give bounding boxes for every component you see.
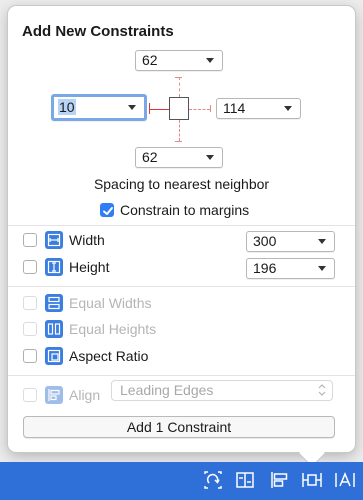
checkmark-icon: [103, 207, 113, 215]
aspect-ratio-icon: [45, 347, 63, 365]
constrain-to-margins-checkbox[interactable]: [100, 203, 114, 217]
top-spacing-popup[interactable]: 62: [135, 50, 223, 71]
equal-widths-checkbox[interactable]: [23, 296, 37, 310]
chevron-down-icon: [206, 58, 214, 63]
top-spacing-value: 62: [142, 52, 158, 68]
left-constraint-line[interactable]: [149, 109, 169, 110]
divider: [8, 286, 355, 287]
add-constraints-icon[interactable]: [300, 470, 324, 490]
equal-heights-label: Equal Heights: [69, 321, 157, 337]
right-spacing-popup[interactable]: 114: [216, 98, 301, 119]
left-spacing-popup[interactable]: 10: [51, 94, 147, 121]
height-value: 196: [253, 260, 277, 276]
align-icon[interactable]: [268, 470, 290, 490]
divider: [8, 375, 355, 376]
equal-widths-label: Equal Widths: [69, 295, 152, 311]
panel-title: Add New Constraints: [22, 23, 174, 40]
chevron-down-icon: [284, 106, 292, 111]
top-constraint-line[interactable]: [179, 77, 180, 97]
equal-heights-checkbox[interactable]: [23, 322, 37, 336]
align-value: Leading Edges: [120, 382, 214, 398]
add-constraints-popover: Add New Constraints 62 10 114 62 Spacing…: [8, 6, 355, 452]
equal-heights-icon: [45, 320, 63, 338]
align-checkbox[interactable]: [23, 388, 37, 402]
constrain-to-margins-label: Constrain to margins: [120, 202, 250, 218]
update-frames-icon[interactable]: [202, 470, 224, 490]
spacing-caption: Spacing to nearest neighbor: [93, 176, 270, 192]
equal-widths-icon: [45, 294, 63, 312]
aspect-ratio-checkbox[interactable]: [23, 349, 37, 363]
chevron-down-icon: [128, 105, 136, 110]
width-value: 300: [253, 233, 277, 249]
right-constraint-cap: [210, 105, 211, 112]
width-checkbox[interactable]: [23, 233, 37, 247]
height-label: Height: [69, 259, 110, 275]
height-constraint-icon: [45, 258, 63, 276]
left-spacing-value: 10: [58, 99, 76, 115]
aspect-ratio-label: Aspect Ratio: [69, 348, 149, 364]
right-spacing-value: 114: [223, 100, 246, 116]
view-placeholder: [169, 97, 189, 120]
add-constraint-button[interactable]: Add 1 Constraint: [23, 416, 335, 438]
divider: [8, 225, 355, 226]
bottom-spacing-value: 62: [142, 149, 158, 165]
chevron-down-icon: [318, 239, 326, 244]
align-icon: [45, 386, 63, 404]
bottom-constraint-cap: [175, 141, 182, 142]
align-label: Align: [69, 387, 101, 403]
bottom-constraint-line[interactable]: [179, 120, 180, 141]
align-popup[interactable]: Leading Edges: [111, 380, 333, 401]
width-label: Width: [69, 232, 105, 248]
height-checkbox[interactable]: [23, 260, 37, 274]
stepper-icon: [318, 384, 326, 396]
width-constraint-icon: [45, 231, 63, 249]
resolve-issues-icon[interactable]: [333, 470, 357, 490]
width-value-popup[interactable]: 300: [246, 231, 335, 252]
bottom-toolbar: [0, 462, 363, 500]
chevron-down-icon: [206, 155, 214, 160]
right-constraint-line[interactable]: [189, 109, 210, 110]
bottom-spacing-popup[interactable]: 62: [135, 147, 223, 168]
embed-in-stack-icon[interactable]: [234, 470, 256, 490]
height-value-popup[interactable]: 196: [246, 258, 335, 279]
chevron-down-icon: [318, 266, 326, 271]
